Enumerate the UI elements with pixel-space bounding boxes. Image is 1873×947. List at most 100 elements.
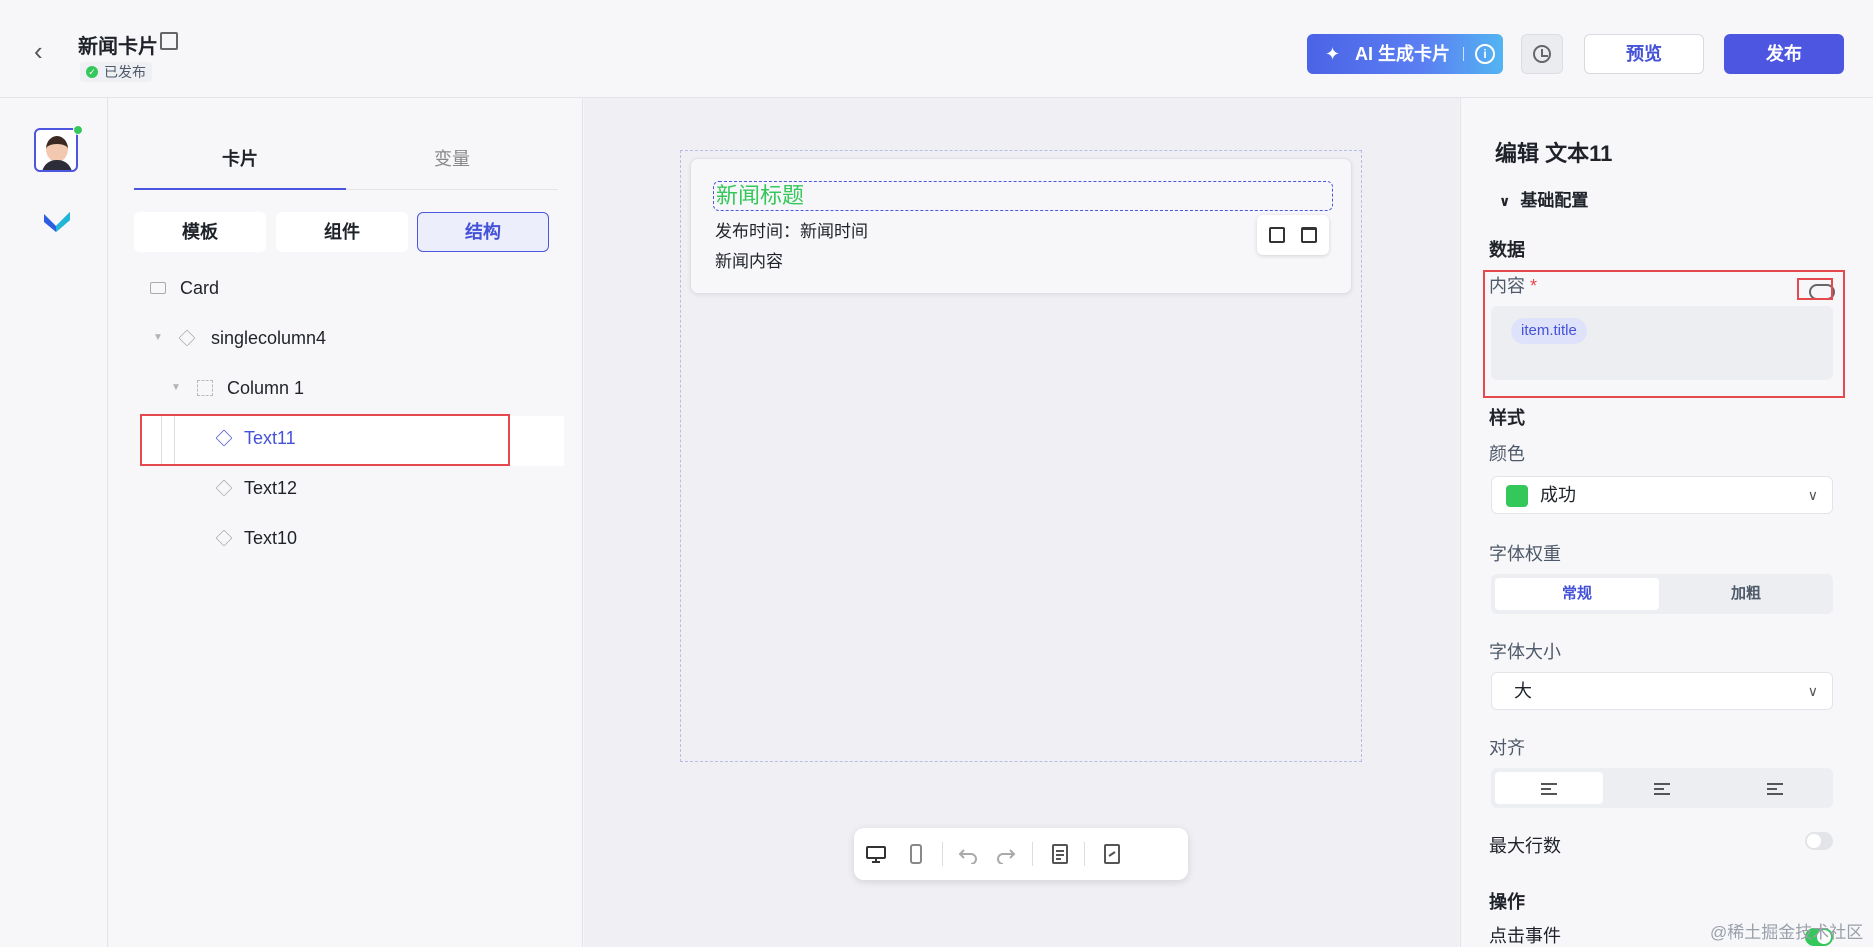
layer-icon (178, 329, 196, 347)
highlight-box (1797, 278, 1833, 300)
layer-icon (215, 479, 233, 497)
action-heading: 操作 (1489, 892, 1525, 912)
app-logo-icon[interactable] (42, 208, 72, 234)
highlight-box (1483, 270, 1845, 398)
data-heading: 数据 (1489, 240, 1525, 260)
chevron-down-icon: ∨ (1807, 683, 1818, 699)
column-icon (197, 380, 213, 396)
align-left-icon (1541, 783, 1557, 795)
click-event-label: 点击事件 (1489, 926, 1561, 946)
publish-button[interactable]: 发布 (1724, 34, 1844, 74)
watermark: @稀土掘金技术社区 (1710, 923, 1864, 942)
app-rail (0, 98, 108, 947)
tree-item-label: Column 1 (227, 378, 305, 398)
color-value: 成功 (1540, 485, 1576, 505)
canvas-toolbar (854, 828, 1188, 880)
info-icon[interactable]: i (1475, 44, 1495, 64)
panel-tabs: 卡片 变量 (134, 128, 558, 190)
redo-icon[interactable] (996, 844, 1016, 864)
props-title: 编辑 文本11 (1495, 141, 1613, 166)
color-select[interactable]: 成功 ∨ (1491, 476, 1833, 514)
online-indicator (73, 125, 83, 135)
max-lines-label: 最大行数 (1489, 836, 1561, 856)
font-size-label: 字体大小 (1489, 642, 1561, 662)
editor-canvas[interactable]: 新闻标题 发布时间：新闻时间 新闻内容 (584, 98, 1459, 947)
tree-item-text12[interactable]: Text12 (215, 468, 516, 508)
history-button[interactable] (1521, 34, 1563, 74)
copy-icon[interactable] (1269, 227, 1285, 243)
news-content-text[interactable]: 新闻内容 (715, 247, 783, 272)
top-header: ‹ 新闻卡片 ✓ 已发布 ✦ AI 生成卡片 i 预览 发布 (0, 0, 1873, 98)
layer-icon (215, 529, 233, 547)
tab-variables[interactable]: 变量 (346, 128, 558, 190)
export-icon[interactable] (1102, 844, 1122, 864)
status-text: 已发布 (104, 64, 146, 80)
align-toggle (1491, 768, 1833, 808)
tree-item-label: Card (180, 278, 220, 298)
color-label: 颜色 (1489, 444, 1525, 464)
news-title-text[interactable]: 新闻标题 (713, 181, 1333, 211)
align-center-icon (1654, 783, 1670, 795)
collapse-arrow-icon[interactable]: ▼ (153, 318, 163, 358)
desktop-view-icon[interactable] (866, 844, 886, 864)
properties-panel: 编辑 文本11 ∨ 基础配置 数据 内容 * item.title 样式 颜色 成… (1460, 98, 1873, 947)
preview-button[interactable]: 预览 (1584, 34, 1704, 74)
undo-icon[interactable] (958, 844, 978, 864)
collapse-arrow-icon[interactable]: ▼ (171, 368, 181, 408)
tab-card[interactable]: 卡片 (134, 128, 346, 190)
weight-regular[interactable]: 常规 (1495, 578, 1659, 610)
edit-title-icon[interactable] (160, 32, 178, 50)
toolbar-divider (942, 842, 943, 866)
avatar-face (46, 136, 68, 162)
style-heading: 样式 (1489, 408, 1525, 428)
weight-bold[interactable]: 加粗 (1663, 578, 1829, 610)
align-right-icon (1767, 783, 1783, 795)
align-right[interactable] (1721, 772, 1829, 804)
toolbar-divider (1032, 842, 1033, 866)
sparkle-icon: ✦ (1325, 44, 1341, 64)
toolbar-divider (1084, 842, 1085, 866)
page-title: 新闻卡片 (78, 36, 158, 58)
status-badge: ✓ 已发布 (80, 62, 152, 82)
news-time-text[interactable]: 发布时间：新闻时间 (715, 217, 868, 242)
structure-panel: 卡片 变量 模板 组件 结构 Card ▼ singlecolumn4 ▼ Co… (109, 98, 583, 947)
font-weight-label: 字体权重 (1489, 544, 1561, 564)
chevron-down-icon: ∨ (1499, 193, 1511, 209)
segment-template[interactable]: 模板 (134, 212, 266, 252)
card-icon (150, 282, 166, 294)
mobile-view-icon[interactable] (906, 844, 926, 864)
delete-icon[interactable] (1301, 227, 1317, 243)
back-arrow-icon[interactable]: ‹ (34, 38, 56, 64)
tree-item-card[interactable]: Card (150, 268, 550, 308)
section-label: 基础配置 (1520, 191, 1589, 210)
tree-item-text10[interactable]: Text10 (215, 518, 516, 558)
avatar-body (42, 160, 72, 170)
chevron-down-icon: ∨ (1807, 487, 1818, 503)
check-circle-icon: ✓ (86, 66, 98, 78)
segment-structure[interactable]: 结构 (417, 212, 549, 252)
news-card-preview[interactable]: 新闻标题 发布时间：新闻时间 新闻内容 (690, 158, 1352, 294)
history-icon (1533, 45, 1551, 63)
ai-generate-label: AI 生成卡片 (1355, 44, 1451, 64)
font-size-select[interactable]: 大 ∨ (1491, 672, 1833, 710)
tree-item-label: Text10 (244, 528, 298, 548)
element-toolbar (1257, 215, 1329, 255)
segment-component[interactable]: 组件 (276, 212, 408, 252)
tree-item-label: Text12 (244, 478, 298, 498)
max-lines-switch[interactable] (1805, 832, 1833, 850)
align-center[interactable] (1607, 772, 1717, 804)
font-weight-toggle: 常规 加粗 (1491, 574, 1833, 614)
section-basic-config[interactable]: ∨ 基础配置 (1499, 186, 1588, 211)
font-size-value: 大 (1514, 681, 1532, 701)
document-icon[interactable] (1050, 844, 1070, 864)
avatar[interactable] (34, 128, 78, 172)
color-swatch (1506, 485, 1528, 507)
ai-generate-button[interactable]: ✦ AI 生成卡片 i (1307, 34, 1503, 74)
divider (1463, 47, 1464, 61)
tree-item-column[interactable]: ▼ Column 1 (171, 368, 551, 408)
tree-item-singlecolumn[interactable]: ▼ singlecolumn4 (153, 318, 553, 358)
align-left[interactable] (1495, 772, 1603, 804)
tree-item-label: singlecolumn4 (211, 328, 327, 348)
align-label: 对齐 (1489, 738, 1525, 758)
highlight-box (140, 414, 510, 466)
